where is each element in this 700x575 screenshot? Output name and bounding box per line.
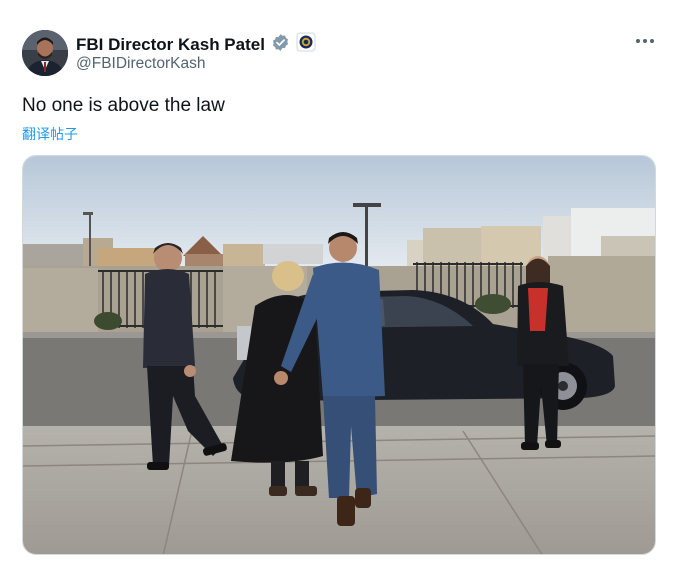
fbi-seal-icon[interactable] [296, 32, 316, 57]
tweet-card: FBI Director Kash Patel @FBIDirectorKash… [0, 0, 700, 575]
tweet-photo[interactable] [22, 155, 656, 555]
more-options-icon [636, 39, 654, 43]
tweet-text: No one is above the law [22, 95, 225, 116]
photo-image [23, 156, 655, 554]
display-name[interactable]: FBI Director Kash Patel [76, 35, 265, 55]
translate-post-link[interactable]: 翻译帖子 [22, 124, 78, 144]
verified-badge-icon[interactable] [271, 33, 290, 57]
avatar[interactable] [22, 30, 68, 76]
more-options-button[interactable] [628, 28, 662, 54]
author-name-row: FBI Director Kash Patel [76, 32, 316, 57]
avatar-portrait-icon [22, 30, 68, 76]
author-handle[interactable]: @FBIDirectorKash [76, 55, 205, 73]
